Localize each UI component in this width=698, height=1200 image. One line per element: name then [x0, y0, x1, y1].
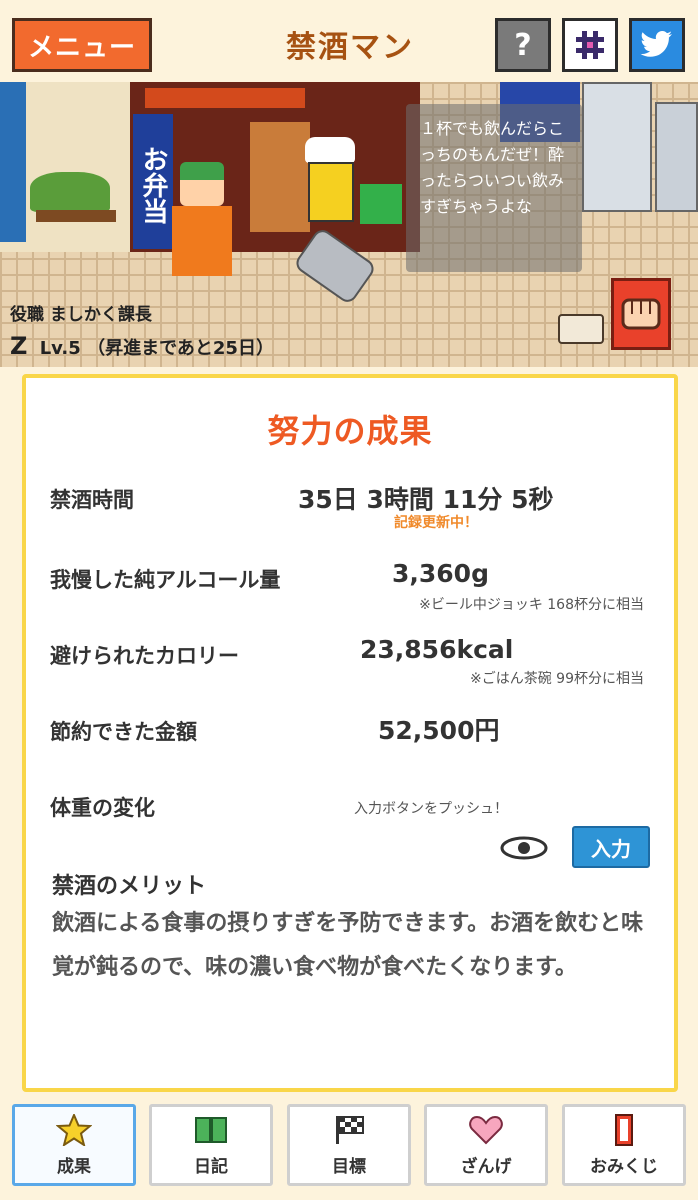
tab-results[interactable]: 成果 [12, 1104, 136, 1186]
calories-value: 23,856kcal [360, 635, 514, 664]
question-icon: ? [514, 27, 532, 63]
shop-sign [145, 88, 305, 108]
abstinence-time-label: 禁酒時間 [50, 488, 134, 512]
alcohol-note: ※ビール中ジョッキ 168杯分に相当 [419, 597, 644, 613]
rank-line: Z Lv.5 （昇進まであと25日） [10, 332, 274, 360]
dog-character [558, 314, 604, 344]
player-character-head [180, 162, 224, 206]
green-sign [360, 184, 402, 224]
speech-bubble: １杯でも飲んだらこっちのもんだぜ！酔ったらついつい飲みすぎちゃうよな [406, 104, 582, 272]
star-icon [56, 1113, 92, 1146]
app-title: 禁酒マン [286, 30, 414, 65]
results-panel: 努力の成果 禁酒時間 35日 3時間 11分 5秒 記録更新中！ 我慢した純アル… [22, 374, 678, 1092]
role-text: 役職 ましかく課長 [10, 305, 152, 325]
tab-label: 目標 [332, 1156, 366, 1177]
calories-note: ※ごはん茶碗 99杯分に相当 [470, 671, 644, 687]
eye-icon[interactable] [500, 836, 548, 860]
tab-label: おみくじ [590, 1156, 658, 1177]
twitter-button[interactable] [629, 18, 685, 72]
heart-icon [469, 1115, 503, 1144]
merit-text: 飲酒による食事の摂りすぎを予防できます。お酒を飲むと味覚が鈍るので、味の濃い食べ… [52, 911, 644, 980]
tab-diary[interactable]: 日記 [149, 1104, 273, 1186]
fist-icon [621, 298, 661, 330]
weight-input-button[interactable]: 入力 [572, 826, 650, 868]
table-decoration [36, 210, 116, 222]
scene-door [0, 82, 26, 242]
help-button[interactable]: ? [495, 18, 551, 72]
results-title: 努力の成果 [267, 412, 433, 450]
record-badge: 記録更新中！ [394, 515, 478, 531]
tab-label: ざんげ [460, 1156, 512, 1177]
game-scene: お弁当 １杯でも飲んだらこっちのもんだぜ！酔ったらついつい飲みすぎちゃうよな 役… [0, 82, 698, 367]
checkered-flag-icon [336, 1115, 364, 1144]
tab-confession[interactable]: ざんげ [424, 1104, 548, 1186]
bento-banner: お弁当 [133, 114, 173, 249]
abstinence-time-value: 35日 3時間 11分 5秒 [298, 485, 554, 514]
vending-machine [582, 82, 652, 212]
bottom-tab-bar: 成果 日記 目標 ざんげ おみくじ [0, 1100, 698, 1200]
shop-window [250, 122, 310, 232]
book-icon [195, 1116, 227, 1143]
tab-label: 成果 [57, 1156, 91, 1177]
weight-label: 体重の変化 [50, 796, 155, 820]
merit-title: 禁酒のメリット [52, 874, 207, 899]
beer-man-character [308, 162, 354, 222]
tab-goal[interactable]: 目標 [287, 1104, 411, 1186]
money-label: 節約できた金額 [50, 720, 197, 744]
calories-label: 避けられたカロリー [50, 644, 239, 668]
rank-remaining: （昇進まであと25日） [87, 338, 274, 359]
money-value: 52,500円 [378, 716, 500, 745]
alcohol-label: 我慢した純アルコール量 [50, 568, 281, 592]
rank-level: Lv.5 [39, 338, 81, 359]
app-header: メニュー 禁酒マン ? [0, 0, 698, 82]
menu-button[interactable]: メニュー [12, 18, 152, 72]
beer-foam [305, 137, 355, 163]
tab-label: 日記 [194, 1156, 228, 1177]
twitter-bird-icon [640, 31, 672, 57]
push-hint: 入力ボタンをプッシュ！ [354, 801, 508, 817]
alcohol-value: 3,360g [392, 559, 489, 588]
punch-button[interactable] [611, 278, 671, 350]
hashtag-button[interactable] [562, 18, 618, 72]
omikuji-icon [615, 1113, 633, 1146]
tab-omikuji[interactable]: おみくじ [562, 1104, 686, 1186]
hashtag-icon [576, 31, 604, 59]
rank-letter: Z [10, 332, 28, 360]
player-character-body [172, 206, 232, 276]
vending-machine-2 [655, 102, 698, 212]
plant-decoration [30, 172, 110, 212]
